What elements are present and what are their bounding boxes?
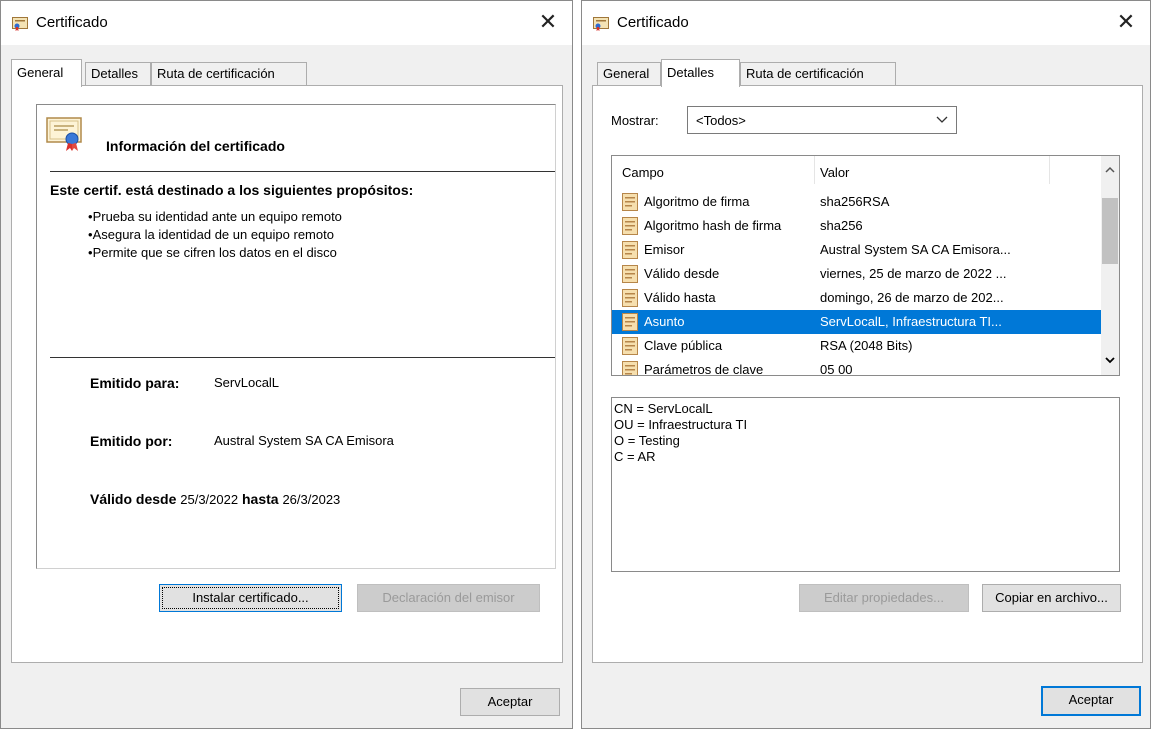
validity-line: Válido desde 25/3/2022 hasta 26/3/2023 xyxy=(90,491,340,507)
certificate-icon xyxy=(593,17,609,31)
tab-certification-path[interactable]: Ruta de certificación xyxy=(740,62,896,86)
valid-from-label: Válido desde xyxy=(90,491,177,507)
show-label: Mostrar: xyxy=(611,113,659,128)
copy-to-file-button[interactable]: Copiar en archivo... xyxy=(982,584,1121,612)
column-header-value[interactable]: Valor xyxy=(820,165,849,180)
row-value: sha256 xyxy=(820,218,863,233)
row-field: Válido hasta xyxy=(644,290,716,305)
issued-by-value: Austral System SA CA Emisora xyxy=(214,433,394,448)
document-icon xyxy=(622,337,638,355)
document-icon xyxy=(622,265,638,283)
table-row[interactable]: Emisor Austral System SA CA Emisora... xyxy=(612,238,1102,262)
row-field: Emisor xyxy=(644,242,685,257)
issued-to-label: Emitido para: xyxy=(90,375,180,391)
document-icon xyxy=(622,289,638,307)
divider xyxy=(50,171,555,172)
detail-line: C = AR xyxy=(614,449,656,464)
info-heading: Información del certificado xyxy=(106,138,285,154)
document-icon xyxy=(622,193,638,211)
document-icon xyxy=(622,361,638,375)
window-title: Certificado xyxy=(36,14,108,31)
title-bar: Certificado ✕ xyxy=(582,1,1150,45)
issuer-statement-button[interactable]: Declaración del emisor xyxy=(357,584,540,612)
table-row[interactable]: Algoritmo de firma sha256RSA xyxy=(612,190,1102,214)
row-value: viernes, 25 de marzo de 2022 ... xyxy=(820,266,1007,281)
row-value: ServLocalL, Infraestructura TI... xyxy=(820,314,1002,329)
table-row[interactable]: Válido desde viernes, 25 de marzo de 2022… xyxy=(612,262,1102,286)
document-icon xyxy=(622,217,638,235)
list-item: Asegura la identidad de un equipo remoto xyxy=(88,226,342,244)
ok-button[interactable]: Aceptar xyxy=(1041,686,1141,716)
document-icon xyxy=(622,313,638,331)
edit-properties-button[interactable]: Editar propiedades... xyxy=(799,584,969,612)
valid-to-label: hasta xyxy=(241,491,279,507)
show-dropdown-value: <Todos> xyxy=(696,113,746,128)
field-detail-box[interactable]: CN = ServLocalL OU = Infraestructura TI … xyxy=(611,397,1120,572)
row-value: RSA (2048 Bits) xyxy=(820,338,913,353)
close-icon[interactable]: ✕ xyxy=(1114,10,1138,34)
certificate-info-box: Información del certificado Este certif.… xyxy=(36,104,556,569)
purposes-list: Prueba su identidad ante un equipo remot… xyxy=(88,208,342,262)
tab-details[interactable]: Detalles xyxy=(85,62,151,86)
tab-general[interactable]: General xyxy=(11,59,82,87)
row-value: domingo, 26 de marzo de 202... xyxy=(820,290,1004,305)
detail-line: OU = Infraestructura TI xyxy=(614,417,748,432)
table-row[interactable]: Clave pública RSA (2048 Bits) xyxy=(612,334,1102,358)
issued-by-label: Emitido por: xyxy=(90,433,173,449)
vertical-scrollbar[interactable] xyxy=(1101,156,1119,375)
row-field: Válido desde xyxy=(644,266,720,281)
row-value: Austral System SA CA Emisora... xyxy=(820,242,1011,257)
column-header-field[interactable]: Campo xyxy=(622,165,664,180)
certificate-icon xyxy=(46,117,82,151)
fields-table[interactable]: Campo Valor Algoritmo de firma sha256RSA A… xyxy=(611,155,1120,376)
row-field: Asunto xyxy=(644,314,685,329)
install-certificate-button[interactable]: Instalar certificado... xyxy=(159,584,342,612)
window-title: Certificado xyxy=(617,14,689,31)
chevron-down-icon xyxy=(936,116,948,123)
row-value: sha256RSA xyxy=(820,194,890,209)
table-row[interactable]: Asunto ServLocalL, Infraestructura TI... xyxy=(612,310,1102,334)
row-field: Parámetros de clave xyxy=(644,362,764,376)
chevron-up-icon[interactable] xyxy=(1105,166,1115,174)
row-field: Algoritmo hash de firma xyxy=(644,218,782,233)
purposes-heading: Este certif. está destinado a los siguie… xyxy=(50,182,414,198)
valid-to-value: 26/3/2023 xyxy=(282,492,341,507)
general-panel: Información del certificado Este certif.… xyxy=(11,85,563,663)
title-bar: Certificado ✕ xyxy=(1,1,572,45)
table-header: Campo Valor xyxy=(612,156,1102,184)
certificate-dialog-details: Certificado ✕ General Detalles Ruta de c… xyxy=(581,0,1151,729)
tab-certification-path[interactable]: Ruta de certificación xyxy=(151,62,307,86)
divider xyxy=(50,357,555,358)
valid-from-value: 25/3/2022 xyxy=(180,492,239,507)
row-field: Clave pública xyxy=(644,338,723,353)
issued-to-value: ServLocalL xyxy=(214,375,280,390)
list-item: Permite que se cifren los datos en el di… xyxy=(88,244,342,262)
certificate-dialog-general: Certificado ✕ General Detalles Ruta de c… xyxy=(0,0,573,729)
detail-text: CN = ServLocalL OU = Infraestructura TI … xyxy=(614,401,747,465)
certificate-icon xyxy=(12,17,28,31)
close-icon[interactable]: ✕ xyxy=(536,10,560,34)
document-icon xyxy=(622,241,638,259)
tab-details[interactable]: Detalles xyxy=(661,59,740,87)
detail-line: O = Testing xyxy=(614,433,680,448)
ok-button[interactable]: Aceptar xyxy=(460,688,560,716)
tab-general[interactable]: General xyxy=(597,62,661,86)
detail-line: CN = ServLocalL xyxy=(614,401,713,416)
table-row[interactable]: Algoritmo hash de firma sha256 xyxy=(612,214,1102,238)
scrollbar-thumb[interactable] xyxy=(1102,198,1118,264)
row-field: Algoritmo de firma xyxy=(644,194,750,209)
table-row[interactable]: Válido hasta domingo, 26 de marzo de 202.… xyxy=(612,286,1102,310)
row-value: 05 00 xyxy=(820,362,853,376)
details-panel: Mostrar: <Todos> Campo Valor Algoritmo d… xyxy=(592,85,1143,663)
show-dropdown[interactable]: <Todos> xyxy=(687,106,957,134)
list-item: Prueba su identidad ante un equipo remot… xyxy=(88,208,342,226)
table-row[interactable]: Parámetros de clave 05 00 xyxy=(612,358,1102,376)
chevron-down-icon[interactable] xyxy=(1105,356,1115,364)
